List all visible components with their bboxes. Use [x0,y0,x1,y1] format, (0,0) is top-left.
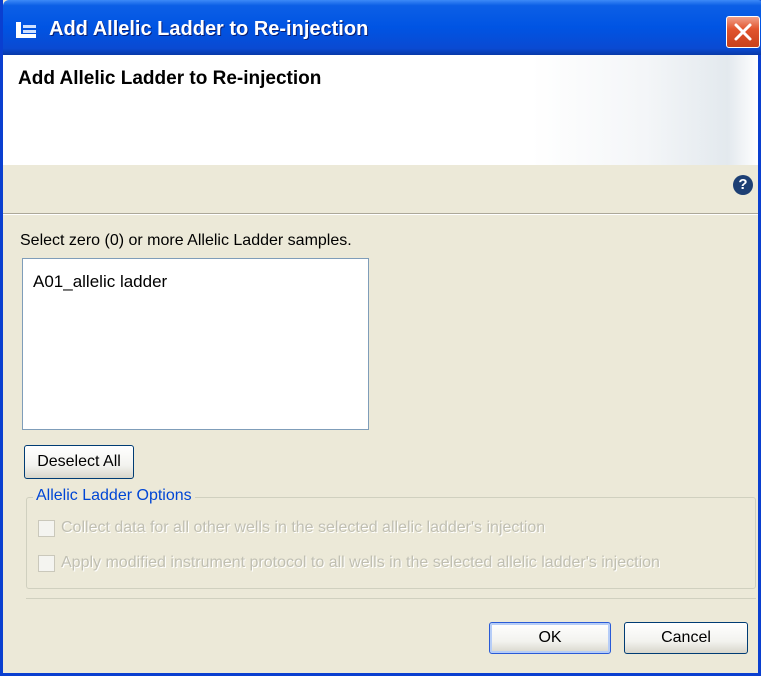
window-title: Add Allelic Ladder to Re-injection [49,18,369,40]
help-strip [3,165,758,213]
allelic-ladder-options-group [26,497,756,589]
deselect-all-button[interactable]: Deselect All [24,445,134,479]
samples-prompt: Select zero (0) or more Allelic Ladder s… [20,232,352,249]
separator [3,213,758,215]
collect-data-checkbox[interactable] [38,519,55,537]
collect-data-label: Collect data for all other wells in the … [61,519,546,536]
apply-protocol-option[interactable]: Apply modified instrument protocol to al… [38,554,660,572]
ok-button[interactable]: OK [489,622,611,654]
close-button[interactable] [726,16,760,48]
list-item[interactable]: A01_allelic ladder [33,272,167,292]
close-icon [734,23,752,41]
options-group-label: Allelic Ladder Options [33,487,195,505]
title-bar[interactable]: Add Allelic Ladder to Re-injection [3,0,761,55]
banner-title: Add Allelic Ladder to Re-injection [18,68,322,89]
apply-protocol-checkbox[interactable] [38,554,55,572]
collect-data-option[interactable]: Collect data for all other wells in the … [38,519,545,537]
cancel-button[interactable]: Cancel [624,622,748,654]
apply-protocol-label: Apply modified instrument protocol to al… [61,554,660,571]
help-icon[interactable]: ? [733,175,753,195]
allelic-ladder-samples-list[interactable]: A01_allelic ladder [22,258,369,430]
footer-separator [26,598,756,599]
app-icon [16,22,36,38]
